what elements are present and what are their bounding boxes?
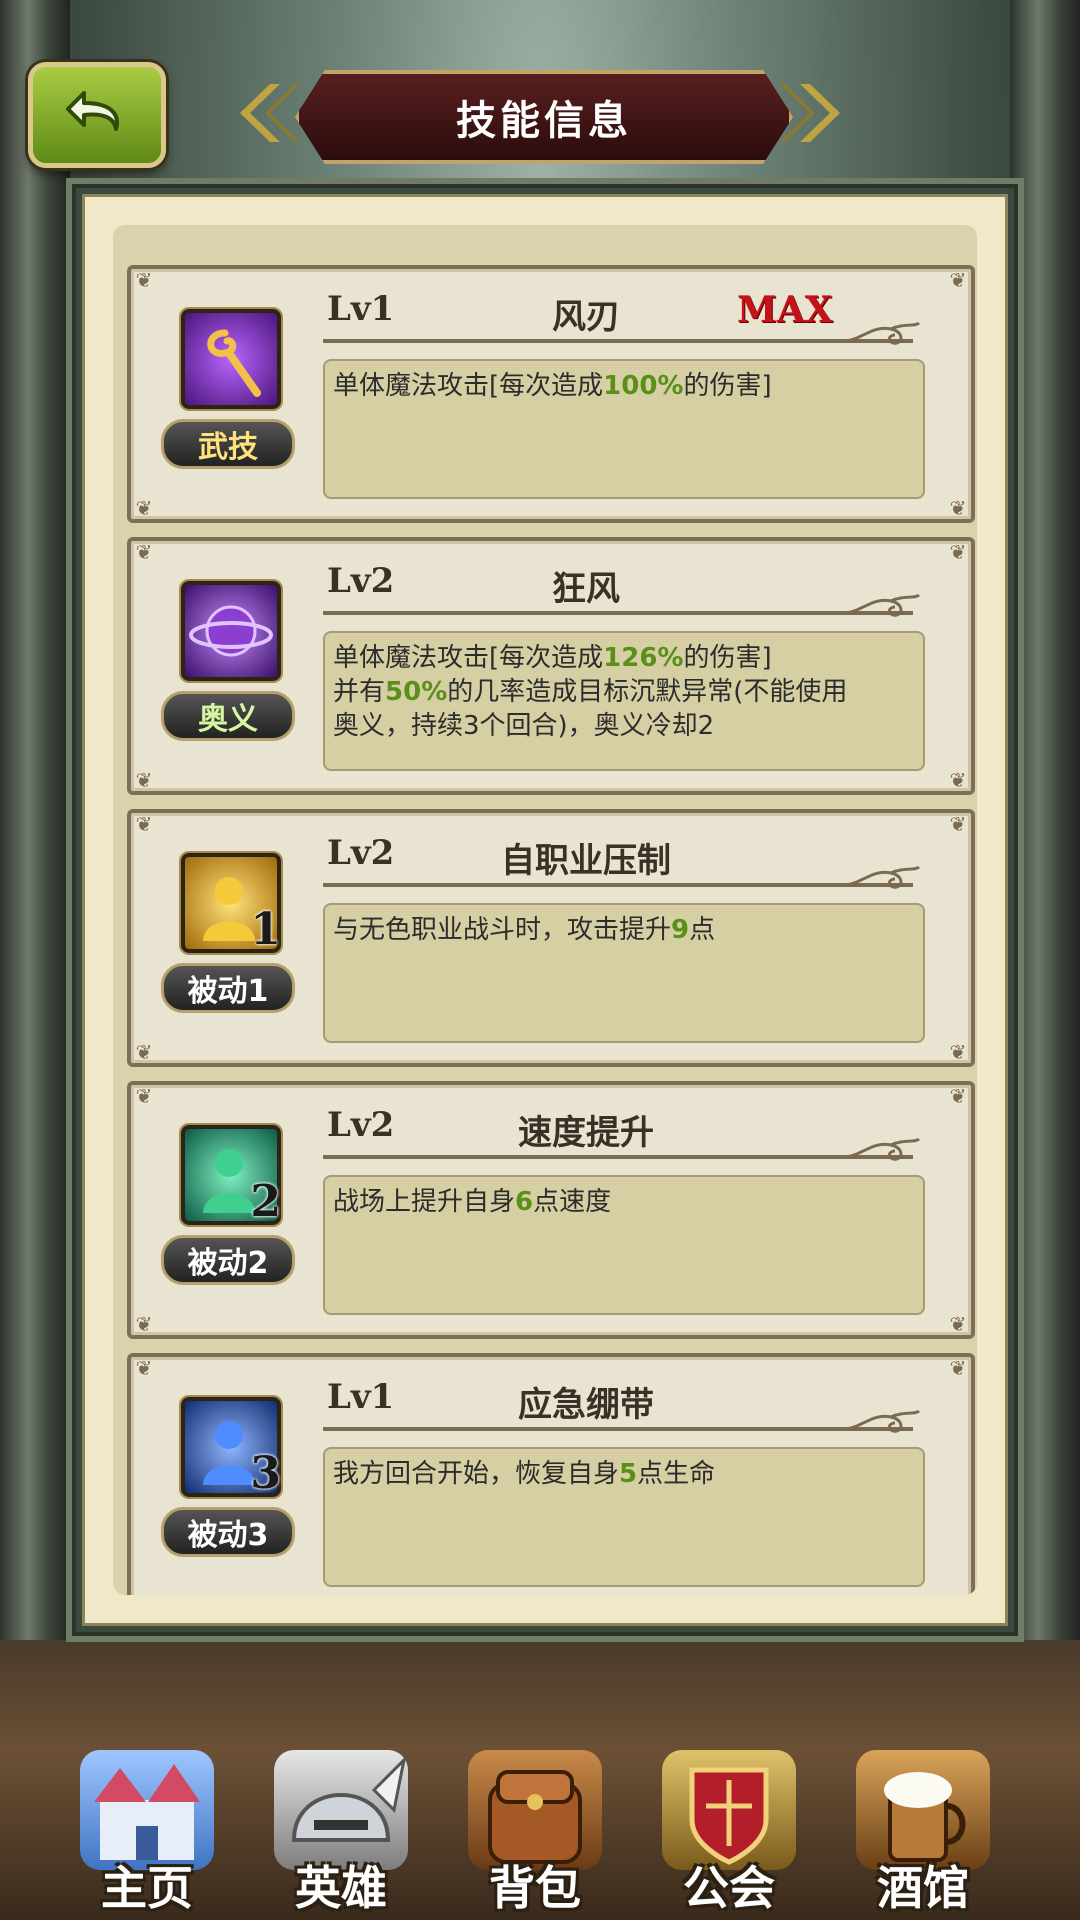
description-text: 点速度 (533, 1187, 612, 1217)
skill-type-badge: 被动3 (161, 1507, 295, 1557)
corner-ornament-icon: ❦ (949, 268, 967, 292)
skill-type-badge: 奥义 (161, 691, 295, 741)
divider (323, 611, 913, 615)
corner-ornament-icon: ❦ (949, 496, 967, 520)
highlight-value: 126% (603, 643, 684, 673)
corner-ornament-icon: ❦ (949, 1040, 967, 1064)
corner-ornament-icon: ❦ (135, 268, 153, 292)
nav-heroes[interactable]: 英雄 (256, 1740, 426, 1920)
skill-type-badge: 被动1 (161, 963, 295, 1013)
corner-ornament-icon: ❦ (949, 812, 967, 836)
skill-description: 单体魔法攻击[每次造成100%的伤害] (323, 359, 925, 499)
skill-description: 战场上提升自身6点速度 (323, 1175, 925, 1315)
corner-ornament-icon: ❦ (949, 1356, 967, 1380)
skill-card: ❦ ❦ ❦ ❦ 武技 Lv1 风刃 MAX 单体魔法攻击[每次造成100%的伤害… (127, 265, 975, 523)
page-title: 技能信息 (456, 98, 632, 144)
divider (323, 1427, 913, 1431)
skill-type-badge: 被动2 (161, 1235, 295, 1285)
orb-skill-icon[interactable] (181, 581, 281, 681)
highlight-value: 100% (603, 371, 684, 401)
corner-ornament-icon: ❦ (949, 1312, 967, 1336)
skill-card: ❦ ❦ ❦ ❦ 奥义 Lv2 狂风 单体魔法攻击[每次造成126%的伤害] 并有… (127, 537, 975, 795)
chevron-right-icon (780, 84, 840, 142)
passive-buff-icon[interactable]: 1 (181, 853, 281, 955)
highlight-value: 5 (619, 1459, 638, 1489)
divider (323, 339, 913, 343)
corner-ornament-icon: ❦ (949, 768, 967, 792)
swirl-ornament-icon (842, 865, 921, 889)
skill-level: Lv1 (327, 289, 395, 329)
swirl-ornament-icon (842, 321, 921, 345)
skill-name: 自职业压制 (501, 841, 671, 881)
swirl-ornament-icon (842, 1137, 921, 1161)
skill-type-badge: 武技 (161, 419, 295, 469)
passive-number: 2 (250, 1176, 281, 1227)
passive-buff-icon[interactable]: 2 (181, 1125, 281, 1227)
description-text: 点生命 (637, 1459, 716, 1489)
skill-name: 狂风 (552, 569, 620, 609)
highlight-value: 50% (385, 677, 448, 707)
title-bar: 技能信息 (200, 70, 880, 164)
passive-buff-icon[interactable]: 3 (181, 1397, 281, 1499)
passive-number: 1 (250, 904, 281, 955)
corner-ornament-icon: ❦ (135, 1040, 153, 1064)
highlight-value: 6 (515, 1187, 534, 1217)
skill-name: 风刃 (552, 297, 620, 337)
divider (323, 883, 913, 887)
description-text: 的伤害] (683, 371, 772, 401)
swirl-ornament-icon (842, 1409, 921, 1433)
skill-level: Lv2 (327, 833, 395, 873)
corner-ornament-icon: ❦ (135, 1084, 153, 1108)
left-pillar (0, 0, 70, 1700)
corner-ornament-icon: ❦ (135, 768, 153, 792)
title-plate: 技能信息 (295, 70, 793, 164)
staff-skill-icon[interactable] (181, 309, 281, 409)
description-text: 与无色职业战斗时，攻击提升 (333, 915, 672, 945)
corner-ornament-icon: ❦ (135, 1356, 153, 1380)
corner-ornament-icon: ❦ (135, 812, 153, 836)
back-arrow-icon (66, 91, 119, 131)
description-text: 单体魔法攻击[每次造成 (333, 371, 604, 401)
skill-description: 我方回合开始，恢复自身5点生命 (323, 1447, 925, 1587)
skill-level: Lv2 (327, 561, 395, 601)
skill-level: Lv2 (327, 1105, 395, 1145)
skill-card: ❦ ❦ 3 被动3 Lv1 应急绷带 我方回合开始，恢复自身5点生命 (127, 1353, 975, 1595)
swirl-ornament-icon (842, 593, 921, 617)
bottom-nav: 主页 英雄 背包 公会 酒馆 (0, 1740, 1080, 1920)
skill-name: 速度提升 (518, 1113, 654, 1153)
chevron-left-icon (240, 84, 300, 142)
skill-card: ❦ ❦ ❦ ❦ 1 被动1 Lv2 自职业压制 与无色职业战斗时，攻击提升9点 (127, 809, 975, 1067)
nav-bag[interactable]: 背包 (450, 1740, 620, 1920)
highlight-value: 9 (671, 915, 690, 945)
corner-ornament-icon: ❦ (135, 496, 153, 520)
skill-level: Lv1 (327, 1377, 395, 1417)
description-text: 点 (689, 915, 716, 945)
corner-ornament-icon: ❦ (135, 1312, 153, 1336)
back-button[interactable] (28, 62, 166, 168)
skill-list[interactable]: ❦ ❦ ❦ ❦ 武技 Lv1 风刃 MAX 单体魔法攻击[每次造成100%的伤害… (113, 225, 977, 1595)
passive-number: 3 (250, 1448, 281, 1499)
corner-ornament-icon: ❦ (949, 1084, 967, 1108)
skill-description: 单体魔法攻击[每次造成126%的伤害] 并有50%的几率造成目标沉默异常(不能使… (323, 631, 925, 771)
content-panel: ❦ ❦ ❦ ❦ 武技 Lv1 风刃 MAX 单体魔法攻击[每次造成100%的伤害… (82, 194, 1008, 1626)
nav-guild[interactable]: 公会 (644, 1740, 814, 1920)
skill-card: ❦ ❦ ❦ ❦ 2 被动2 Lv2 速度提升 战场上提升自身6点速度 (127, 1081, 975, 1339)
description-text: 单体魔法攻击[每次造成 (333, 643, 604, 673)
nav-tavern[interactable]: 酒馆 (838, 1740, 1008, 1920)
divider (323, 1155, 913, 1159)
skill-description: 与无色职业战斗时，攻击提升9点 (323, 903, 925, 1043)
description-text: 我方回合开始，恢复自身 (333, 1459, 620, 1489)
corner-ornament-icon: ❦ (949, 540, 967, 564)
main-frame: ❦ ❦ ❦ ❦ 武技 Lv1 风刃 MAX 单体魔法攻击[每次造成100%的伤害… (66, 178, 1024, 1642)
skill-name: 应急绷带 (518, 1385, 654, 1425)
description-text: 战场上提升自身 (333, 1187, 516, 1217)
nav-home[interactable]: 主页 (62, 1740, 232, 1920)
corner-ornament-icon: ❦ (135, 540, 153, 564)
max-tag: MAX (737, 289, 833, 331)
